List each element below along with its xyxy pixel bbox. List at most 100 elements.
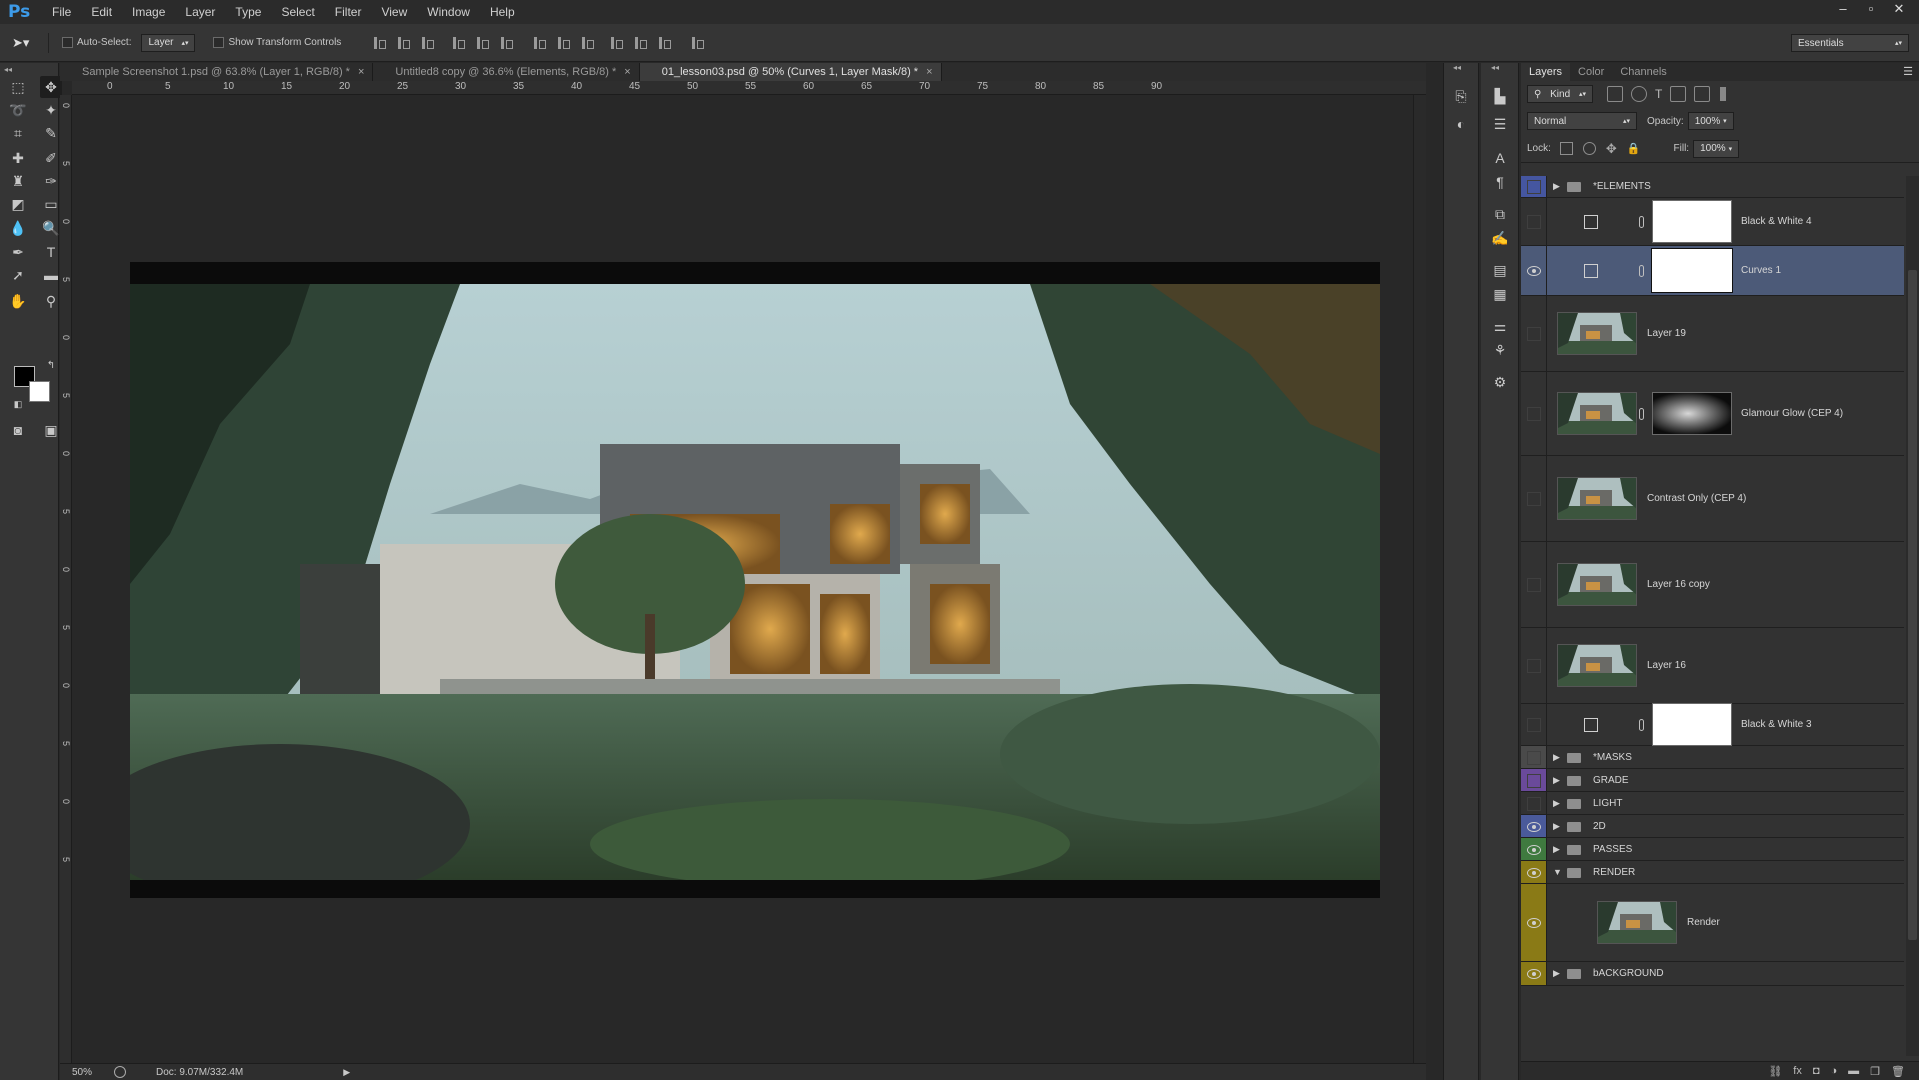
align-left-icon[interactable] bbox=[451, 36, 466, 50]
zoom-level[interactable]: 50% bbox=[72, 1067, 108, 1078]
styles-icon[interactable]: ⚘ bbox=[1489, 339, 1511, 361]
layer-row[interactable]: ▶ GRADE bbox=[1521, 769, 1904, 792]
mask-link-icon[interactable] bbox=[1639, 408, 1644, 420]
layer-row[interactable]: Glamour Glow (CEP 4) bbox=[1521, 372, 1904, 456]
mask-link-icon[interactable] bbox=[1639, 216, 1644, 228]
expand-arrow-icon[interactable]: ▶ bbox=[1553, 844, 1560, 855]
link-layers-icon[interactable]: ⛓ bbox=[1768, 1065, 1782, 1078]
tab-color[interactable]: Color bbox=[1570, 63, 1612, 81]
hand-icon[interactable]: ✋ bbox=[7, 290, 29, 312]
lock-position-icon[interactable]: ✥ bbox=[1606, 141, 1617, 157]
filter-type-icon[interactable]: T bbox=[1655, 87, 1662, 101]
layer-name[interactable]: Glamour Glow (CEP 4) bbox=[1741, 408, 1843, 419]
distribute-horizontal-center-icon[interactable] bbox=[633, 36, 648, 50]
default-colors-icon[interactable]: ◧ bbox=[7, 393, 29, 415]
tab-untitled8[interactable]: Untitled8 copy @ 36.6% (Elements, RGB/8)… bbox=[373, 63, 640, 81]
blend-mode-dropdown[interactable]: Normal ▴▾ bbox=[1527, 112, 1637, 130]
layer-name[interactable]: PASSES bbox=[1593, 844, 1632, 855]
align-top-icon[interactable] bbox=[372, 36, 387, 50]
auto-select-checkbox[interactable] bbox=[62, 37, 73, 48]
notes-icon[interactable]: ▦ bbox=[1489, 283, 1511, 305]
magic-wand-icon[interactable]: ✦ bbox=[40, 99, 62, 121]
tab-channels[interactable]: Channels bbox=[1612, 63, 1674, 81]
dodge-icon[interactable]: 🔍 bbox=[40, 217, 62, 239]
close-tab-icon[interactable]: × bbox=[926, 66, 932, 78]
visibility-toggle[interactable] bbox=[1521, 456, 1547, 541]
align-right-icon[interactable] bbox=[499, 36, 514, 50]
layer-thumbnail[interactable] bbox=[1557, 563, 1637, 606]
visibility-toggle[interactable] bbox=[1521, 198, 1547, 245]
layer-row[interactable]: Layer 16 bbox=[1521, 628, 1904, 704]
layer-row[interactable]: Black & White 4 bbox=[1521, 198, 1904, 246]
layer-name[interactable]: Layer 16 bbox=[1647, 660, 1686, 671]
opacity-input[interactable]: 100% ▾ bbox=[1687, 112, 1734, 130]
properties-panel-icon[interactable]: ◐ bbox=[1450, 113, 1472, 135]
layer-thumbnail[interactable] bbox=[1557, 392, 1637, 435]
pen-icon[interactable]: ✒ bbox=[7, 241, 29, 263]
distribute-top-icon[interactable] bbox=[532, 36, 547, 50]
visibility-toggle[interactable] bbox=[1521, 704, 1547, 745]
layer-name[interactable]: Layer 19 bbox=[1647, 328, 1686, 339]
filter-shape-icon[interactable] bbox=[1670, 86, 1687, 102]
visibility-toggle[interactable] bbox=[1521, 769, 1547, 791]
screen-mode-icon[interactable]: ▣ bbox=[40, 419, 62, 441]
layer-style-icon[interactable]: fx bbox=[1793, 1065, 1802, 1077]
tab-lesson03[interactable]: 01_lesson03.psd @ 50% (Curves 1, Layer M… bbox=[639, 63, 942, 81]
layer-name[interactable]: Layer 16 copy bbox=[1647, 579, 1710, 590]
clone-source-icon[interactable]: ⧉ bbox=[1489, 203, 1511, 225]
filter-kind-dropdown[interactable]: ⚲ Kind ▴▾ bbox=[1527, 85, 1593, 103]
visibility-toggle[interactable] bbox=[1521, 176, 1547, 197]
dock-collapse-icon[interactable]: ◂◂ bbox=[1491, 63, 1499, 72]
type-tool-icon[interactable]: T bbox=[40, 241, 62, 263]
layer-row[interactable]: ▶ PASSES bbox=[1521, 838, 1904, 861]
layer-row[interactable]: Curves 1 bbox=[1521, 246, 1904, 296]
distribute-vertical-center-icon[interactable] bbox=[556, 36, 571, 50]
layer-name[interactable]: 2D bbox=[1593, 821, 1606, 832]
layer-name[interactable]: Black & White 4 bbox=[1741, 216, 1812, 227]
visibility-toggle[interactable] bbox=[1521, 246, 1547, 295]
status-menu-arrow-icon[interactable]: ▶ bbox=[343, 1067, 350, 1078]
vertical-ruler[interactable]: 0 5 0 5 0 5 0 5 0 5 0 5 0 5 bbox=[60, 95, 72, 1063]
move-tool-icon[interactable]: ✥ bbox=[40, 76, 62, 98]
rectangle-shape-icon[interactable]: ▬ bbox=[40, 264, 62, 286]
fill-input[interactable]: 100% ▾ bbox=[1693, 139, 1740, 158]
layer-row[interactable]: ▶ LIGHT bbox=[1521, 792, 1904, 815]
gradient-icon[interactable]: ▭ bbox=[40, 193, 62, 215]
menu-image[interactable]: Image bbox=[122, 0, 175, 24]
layers-scrollbar[interactable] bbox=[1906, 176, 1919, 1056]
expand-arrow-icon[interactable]: ▶ bbox=[1553, 798, 1560, 809]
document-canvas[interactable] bbox=[130, 262, 1380, 898]
visibility-toggle[interactable] bbox=[1521, 372, 1547, 455]
layer-mask-thumbnail[interactable] bbox=[1651, 248, 1733, 293]
path-selection-icon[interactable]: ➚ bbox=[7, 264, 29, 286]
paragraph-icon[interactable]: ¶ bbox=[1489, 171, 1511, 193]
panel-menu-icon[interactable]: ☰ bbox=[1903, 63, 1913, 81]
layer-name[interactable]: *MASKS bbox=[1593, 752, 1632, 763]
close-tab-icon[interactable]: × bbox=[624, 66, 630, 78]
menu-window[interactable]: Window bbox=[417, 0, 480, 24]
menu-layer[interactable]: Layer bbox=[175, 0, 225, 24]
layer-row[interactable]: ▶ *MASKS bbox=[1521, 746, 1904, 769]
histogram-icon[interactable]: ▙ bbox=[1489, 85, 1511, 107]
visibility-toggle[interactable] bbox=[1521, 746, 1547, 768]
layer-row[interactable]: ▶ 2D bbox=[1521, 815, 1904, 838]
menu-edit[interactable]: Edit bbox=[81, 0, 122, 24]
background-color-swatch[interactable] bbox=[29, 381, 50, 402]
new-adjustment-layer-icon[interactable]: ◑ bbox=[1831, 1065, 1838, 1077]
status-info-icon[interactable] bbox=[114, 1066, 126, 1078]
adjustments-icon[interactable]: ⚌ bbox=[1489, 315, 1511, 337]
visibility-toggle[interactable] bbox=[1521, 884, 1547, 961]
minimize-button[interactable]: ‒ bbox=[1829, 0, 1857, 20]
layer-mask-thumbnail[interactable] bbox=[1652, 703, 1732, 746]
layer-row[interactable]: Layer 19 bbox=[1521, 296, 1904, 372]
layer-name[interactable]: Render bbox=[1687, 917, 1720, 928]
visibility-toggle[interactable] bbox=[1521, 296, 1547, 371]
lasso-icon[interactable]: ➰ bbox=[7, 99, 29, 121]
expand-arrow-down-icon[interactable]: ▼ bbox=[1553, 867, 1562, 877]
layer-name[interactable]: LIGHT bbox=[1593, 798, 1622, 809]
lock-all-icon[interactable]: 🔒 bbox=[1627, 142, 1641, 155]
actions-icon[interactable]: ▤ bbox=[1489, 259, 1511, 281]
menu-view[interactable]: View bbox=[371, 0, 417, 24]
filter-pixel-icon[interactable] bbox=[1607, 86, 1623, 102]
tool-presets-icon[interactable]: ⚙ bbox=[1489, 371, 1511, 393]
